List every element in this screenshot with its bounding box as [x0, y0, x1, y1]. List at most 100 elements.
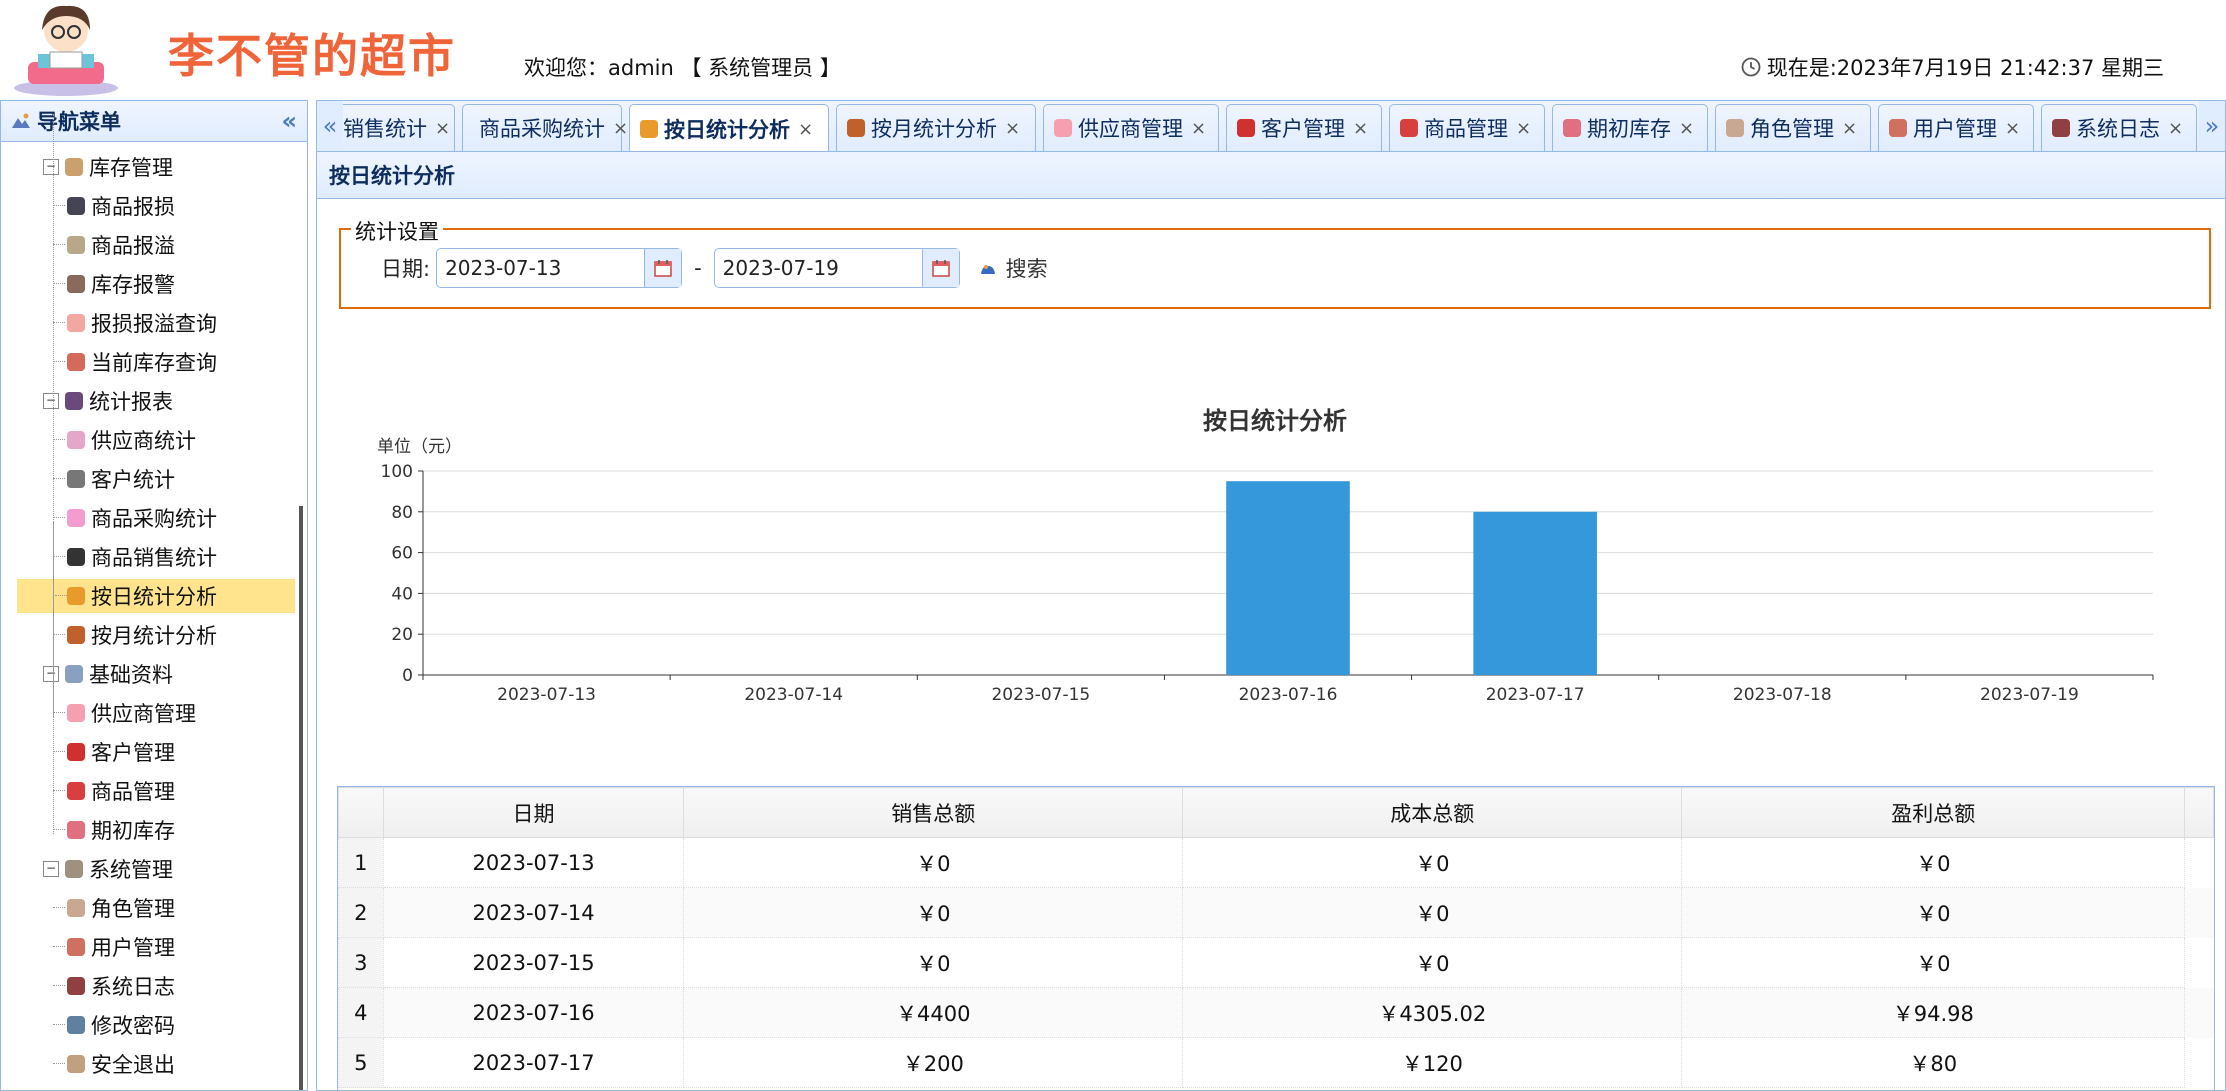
table-cell: 2023-07-13: [382, 837, 685, 888]
logo-girl-reading-icon: [14, 5, 118, 96]
supplier-stat-icon: [67, 431, 85, 449]
sidebar-item[interactable]: − 库存管理: [43, 150, 173, 184]
close-tab-icon[interactable]: ×: [1679, 118, 1694, 139]
date-from-value: 2023-07-13: [445, 256, 562, 280]
calendar-icon[interactable]: [644, 249, 682, 287]
sidebar-item[interactable]: 商品报损: [53, 189, 175, 223]
tree-connector: [53, 790, 65, 791]
close-tab-icon[interactable]: ×: [613, 118, 628, 139]
sidebar-item[interactable]: 库存报警: [53, 267, 175, 301]
report-icon: [65, 392, 83, 410]
sidebar-item[interactable]: 期初库存: [53, 813, 175, 847]
close-tab-icon[interactable]: ×: [1353, 118, 1368, 139]
close-tab-icon[interactable]: ×: [2005, 118, 2020, 139]
close-tab-icon[interactable]: ×: [435, 118, 450, 139]
collapse-sidebar-icon[interactable]: «: [281, 107, 297, 135]
date-filter-row: 日期: 2023-07-13 - 2023-07-19 搜索: [381, 248, 1048, 288]
column-header[interactable]: 销售总额: [683, 787, 1184, 838]
column-header[interactable]: 日期: [382, 787, 685, 838]
tab-item[interactable]: 按月统计分析 ×: [836, 104, 1036, 151]
tree-connector: [53, 985, 65, 986]
table-row[interactable]: 4 2023-07-16 ￥4400 ￥4305.02 ￥94.98: [338, 987, 2214, 1038]
sidebar-item[interactable]: 修改密码: [53, 1008, 175, 1042]
tree-connector: [53, 1063, 65, 1064]
sidebar-item[interactable]: − 基础资料: [43, 657, 173, 691]
calendar-icon[interactable]: [921, 249, 959, 287]
tab-item[interactable]: 按日统计分析 ×: [629, 104, 829, 151]
sidebar-item[interactable]: 安全退出: [53, 1047, 175, 1081]
tab-item[interactable]: 用户管理 ×: [1878, 104, 2034, 151]
tab-item[interactable]: 期初库存 ×: [1552, 104, 1708, 151]
table-cell: ￥0: [1182, 837, 1683, 888]
search-button[interactable]: 搜索: [978, 253, 1048, 283]
column-header[interactable]: 盈利总额: [1681, 787, 2186, 838]
table-row[interactable]: 1 2023-07-13 ￥0 ￥0 ￥0: [338, 837, 2214, 888]
sidebar-item[interactable]: 供应商统计: [53, 423, 196, 457]
close-tab-icon[interactable]: ×: [1842, 118, 1857, 139]
tab-label: 客户管理: [1261, 117, 1345, 141]
stat-settings-fieldset: 统计设置 日期: 2023-07-13 - 2023-07-19 搜索: [339, 216, 2211, 309]
sidebar-item[interactable]: − 系统管理: [43, 852, 173, 886]
tab-item[interactable]: 供应商管理 ×: [1043, 104, 1219, 151]
table-cell: ￥200: [683, 1037, 1184, 1088]
sidebar-item[interactable]: 按月统计分析: [53, 618, 217, 652]
close-tab-icon[interactable]: ×: [1191, 118, 1206, 139]
tab-label: 供应商管理: [1078, 117, 1183, 141]
sidebar-item[interactable]: 当前库存查询: [53, 345, 217, 379]
sidebar-item[interactable]: 系统日志: [53, 969, 175, 1003]
tree-collapse-icon[interactable]: −: [43, 666, 59, 682]
close-tab-icon[interactable]: ×: [2168, 118, 2183, 139]
sidebar-item[interactable]: 供应商管理: [53, 696, 196, 730]
close-tab-icon[interactable]: ×: [798, 119, 813, 140]
tab-scroll-left-icon[interactable]: «: [317, 101, 343, 151]
sidebar-item[interactable]: 客户管理: [53, 735, 175, 769]
table-cell: ￥0: [1182, 937, 1683, 988]
sidebar-item[interactable]: 商品管理: [53, 774, 175, 808]
tab-label: 按日统计分析: [664, 118, 790, 142]
date-label: 日期:: [381, 257, 431, 281]
table-row[interactable]: 2 2023-07-14 ￥0 ￥0 ￥0: [338, 887, 2214, 938]
sidebar-item[interactable]: 客户统计: [53, 462, 175, 496]
date-from-field[interactable]: 2023-07-13: [436, 248, 683, 288]
welcome-text: 欢迎您：admin 【 系统管理员 】: [524, 56, 841, 80]
stat-table: 日期 销售总额 成本总额 盈利总额 1 2023-07-13 ￥0 ￥0 ￥0 2 2023-07…: [337, 786, 2215, 1091]
tab-scroll-right-icon[interactable]: »: [2199, 101, 2225, 151]
row-number-header: [338, 787, 384, 838]
tab-item[interactable]: 销售统计 ×: [343, 104, 455, 151]
sidebar-scrollbar[interactable]: [299, 506, 303, 1090]
tree-collapse-icon[interactable]: −: [43, 159, 59, 175]
tab-strip: 销售统计 × 商品采购统计 × 按日统计分析 × 按月统计分析 × 供应商管理 × 客户管理 × 商品管…: [316, 100, 2226, 152]
sidebar-item[interactable]: − 统计报表: [43, 384, 173, 418]
row-number: 2: [338, 887, 384, 938]
close-tab-icon[interactable]: ×: [1005, 118, 1020, 139]
sidebar-item[interactable]: 报损报溢查询: [53, 306, 217, 340]
overflow-icon: [67, 236, 85, 254]
sidebar-item[interactable]: 商品报溢: [53, 228, 175, 262]
column-header[interactable]: 成本总额: [1182, 787, 1683, 838]
table-row[interactable]: 3 2023-07-15 ￥0 ￥0 ￥0: [338, 937, 2214, 988]
tab-item[interactable]: 角色管理 ×: [1715, 104, 1871, 151]
tree-collapse-icon[interactable]: −: [43, 861, 59, 877]
tree-collapse-icon[interactable]: −: [43, 393, 59, 409]
tab-item[interactable]: 系统日志 ×: [2041, 104, 2197, 151]
sidebar-header: 导航菜单 «: [1, 101, 307, 142]
row-number: 3: [338, 937, 384, 988]
tab-item[interactable]: 商品管理 ×: [1389, 104, 1545, 151]
table-cell: 2023-07-17: [382, 1037, 685, 1088]
date-to-field[interactable]: 2023-07-19: [713, 248, 960, 288]
search-icon: [980, 265, 995, 274]
sidebar-item[interactable]: 按日统计分析: [17, 579, 295, 613]
sidebar-item[interactable]: 用户管理: [53, 930, 175, 964]
table-row[interactable]: 5 2023-07-17 ￥200 ￥120 ￥80: [338, 1037, 2214, 1088]
close-tab-icon[interactable]: ×: [1516, 118, 1531, 139]
sidebar-item-label: 用户管理: [91, 936, 175, 960]
sidebar-item[interactable]: 商品销售统计: [53, 540, 217, 574]
tab-label: 按月统计分析: [871, 117, 997, 141]
logout-icon: [67, 1055, 85, 1073]
tab-item[interactable]: 客户管理 ×: [1226, 104, 1382, 151]
x-tick-label: 2023-07-19: [1980, 685, 2079, 705]
tab-item[interactable]: 商品采购统计 ×: [462, 104, 628, 151]
sidebar-item[interactable]: 商品采购统计: [53, 501, 217, 535]
tree-connector: [53, 322, 65, 323]
sidebar-item[interactable]: 角色管理: [53, 891, 175, 925]
